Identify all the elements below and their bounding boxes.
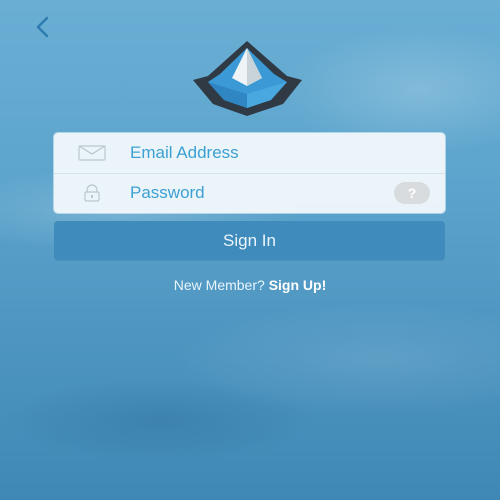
pyramid-logo (193, 41, 302, 116)
password-help-button[interactable]: ? (394, 182, 430, 204)
sign-in-button[interactable]: Sign In (54, 221, 445, 260)
envelope-icon (78, 145, 106, 161)
password-field[interactable] (130, 179, 380, 207)
signup-prompt-line: New Member? Sign Up! (0, 277, 500, 293)
email-row (54, 133, 445, 174)
sign-up-link[interactable]: Sign Up! (269, 277, 327, 293)
email-field[interactable] (130, 139, 380, 167)
password-row: ? (54, 173, 445, 213)
lock-icon (84, 184, 100, 202)
chevron-left-icon (36, 16, 49, 38)
signup-prompt-text: New Member? (173, 277, 265, 293)
back-button[interactable] (30, 12, 56, 42)
login-form: ? (54, 133, 445, 213)
